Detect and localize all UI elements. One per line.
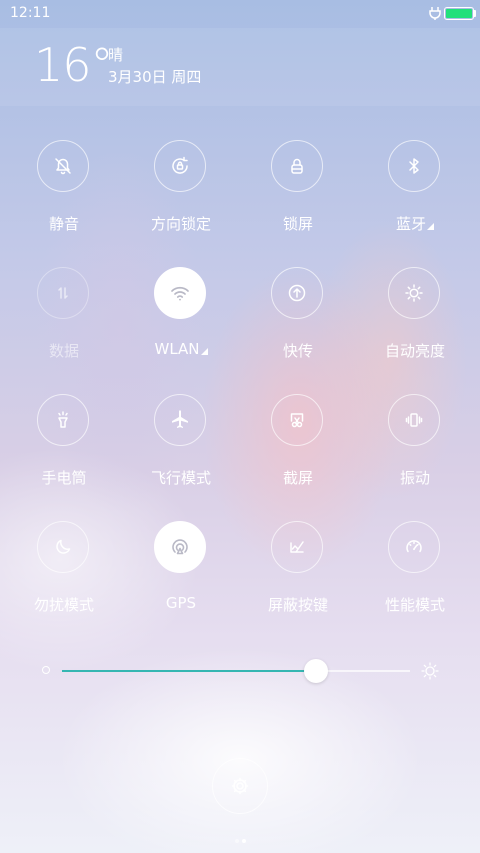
toggle-label: GPS bbox=[165, 594, 197, 612]
date: 3月30日 周四 bbox=[108, 68, 202, 86]
toggle-label: 手电筒 bbox=[41, 469, 87, 487]
toggle-label: 振动 bbox=[399, 469, 430, 487]
battery-icon bbox=[444, 7, 474, 20]
auto-brightness-icon bbox=[388, 267, 440, 319]
toggle-mobile-data[interactable]: 数据 bbox=[5, 267, 123, 387]
moon-icon bbox=[37, 521, 89, 573]
toggle-airplane-mode[interactable]: 飞行模式 bbox=[122, 394, 240, 514]
toggle-label: 蓝牙 bbox=[395, 215, 426, 233]
toggle-screenshot[interactable]: 截屏 bbox=[239, 394, 357, 514]
charging-plug-icon bbox=[429, 7, 441, 20]
mobile-data-icon bbox=[37, 267, 89, 319]
toggle-silent[interactable]: 静音 bbox=[5, 140, 123, 260]
expand-corner-icon bbox=[427, 223, 434, 230]
toggle-label: 方向锁定 bbox=[150, 215, 211, 233]
wifi-icon bbox=[154, 267, 206, 319]
toggle-vibrate[interactable]: 振动 bbox=[356, 394, 474, 514]
brightness-high-icon bbox=[421, 662, 439, 680]
flashlight-icon bbox=[37, 394, 89, 446]
toggle-quick-transfer[interactable]: 快传 bbox=[239, 267, 357, 387]
airplane-icon bbox=[154, 394, 206, 446]
toggle-bluetooth[interactable]: 蓝牙 bbox=[356, 140, 474, 260]
toggle-label: 性能模式 bbox=[384, 596, 445, 614]
gps-icon bbox=[154, 521, 206, 573]
toggle-label: 飞行模式 bbox=[150, 469, 211, 487]
toggle-label-with-expand: WLAN bbox=[122, 340, 240, 358]
status-bar: 12:11 bbox=[0, 0, 480, 28]
toggle-label: 自动亮度 bbox=[384, 342, 445, 360]
brightness-slider-thumb[interactable] bbox=[304, 659, 329, 683]
toggle-rotation-lock[interactable]: 方向锁定 bbox=[122, 140, 240, 260]
toggle-label: 锁屏 bbox=[282, 215, 313, 233]
vibrate-icon bbox=[388, 394, 440, 446]
toggle-auto-brightness[interactable]: 自动亮度 bbox=[356, 267, 474, 387]
rotation-lock-icon bbox=[154, 140, 206, 192]
brightness-low-icon bbox=[42, 666, 50, 674]
toggle-performance-mode[interactable]: 性能模式 bbox=[356, 521, 474, 641]
toggle-wlan[interactable]: WLAN bbox=[122, 267, 240, 387]
page-indicator bbox=[233, 828, 247, 847]
gear-icon bbox=[231, 777, 249, 795]
toggle-label: 屏蔽按键 bbox=[267, 596, 328, 614]
toggle-label-with-expand: 蓝牙 bbox=[356, 213, 474, 234]
bluetooth-icon bbox=[388, 140, 440, 192]
status-time: 12:11 bbox=[10, 5, 51, 21]
settings-button[interactable] bbox=[212, 758, 268, 814]
screenshot-icon bbox=[271, 394, 323, 446]
performance-gauge-icon bbox=[388, 521, 440, 573]
toggle-label: WLAN bbox=[154, 340, 200, 358]
toggle-gps[interactable]: GPS bbox=[122, 521, 240, 641]
page-dot bbox=[234, 839, 239, 843]
quick-transfer-icon bbox=[271, 267, 323, 319]
lock-icon bbox=[271, 140, 323, 192]
weather-condition: 晴 bbox=[108, 46, 124, 64]
weather-header[interactable]: 16° 晴 3月30日 周四 bbox=[0, 28, 480, 106]
brightness-slider-track[interactable] bbox=[62, 670, 410, 672]
temperature: 16° bbox=[34, 38, 114, 92]
toggle-label: 静音 bbox=[48, 215, 79, 233]
bell-off-icon bbox=[37, 140, 89, 192]
expand-corner-icon bbox=[200, 348, 208, 355]
toggle-label: 勿扰模式 bbox=[33, 596, 94, 614]
toggle-label: 截屏 bbox=[282, 469, 313, 487]
toggle-lock-screen[interactable]: 锁屏 bbox=[239, 140, 357, 260]
block-keys-icon bbox=[271, 521, 323, 573]
toggle-label: 数据 bbox=[48, 342, 79, 360]
brightness-slider-fill bbox=[62, 670, 317, 672]
toggle-label: 快传 bbox=[282, 342, 313, 360]
page-dot bbox=[241, 839, 246, 843]
toggle-block-keys[interactable]: 屏蔽按键 bbox=[239, 521, 357, 641]
toggle-do-not-disturb[interactable]: 勿扰模式 bbox=[5, 521, 123, 641]
toggle-flashlight[interactable]: 手电筒 bbox=[5, 394, 123, 514]
battery-tip bbox=[474, 10, 476, 17]
